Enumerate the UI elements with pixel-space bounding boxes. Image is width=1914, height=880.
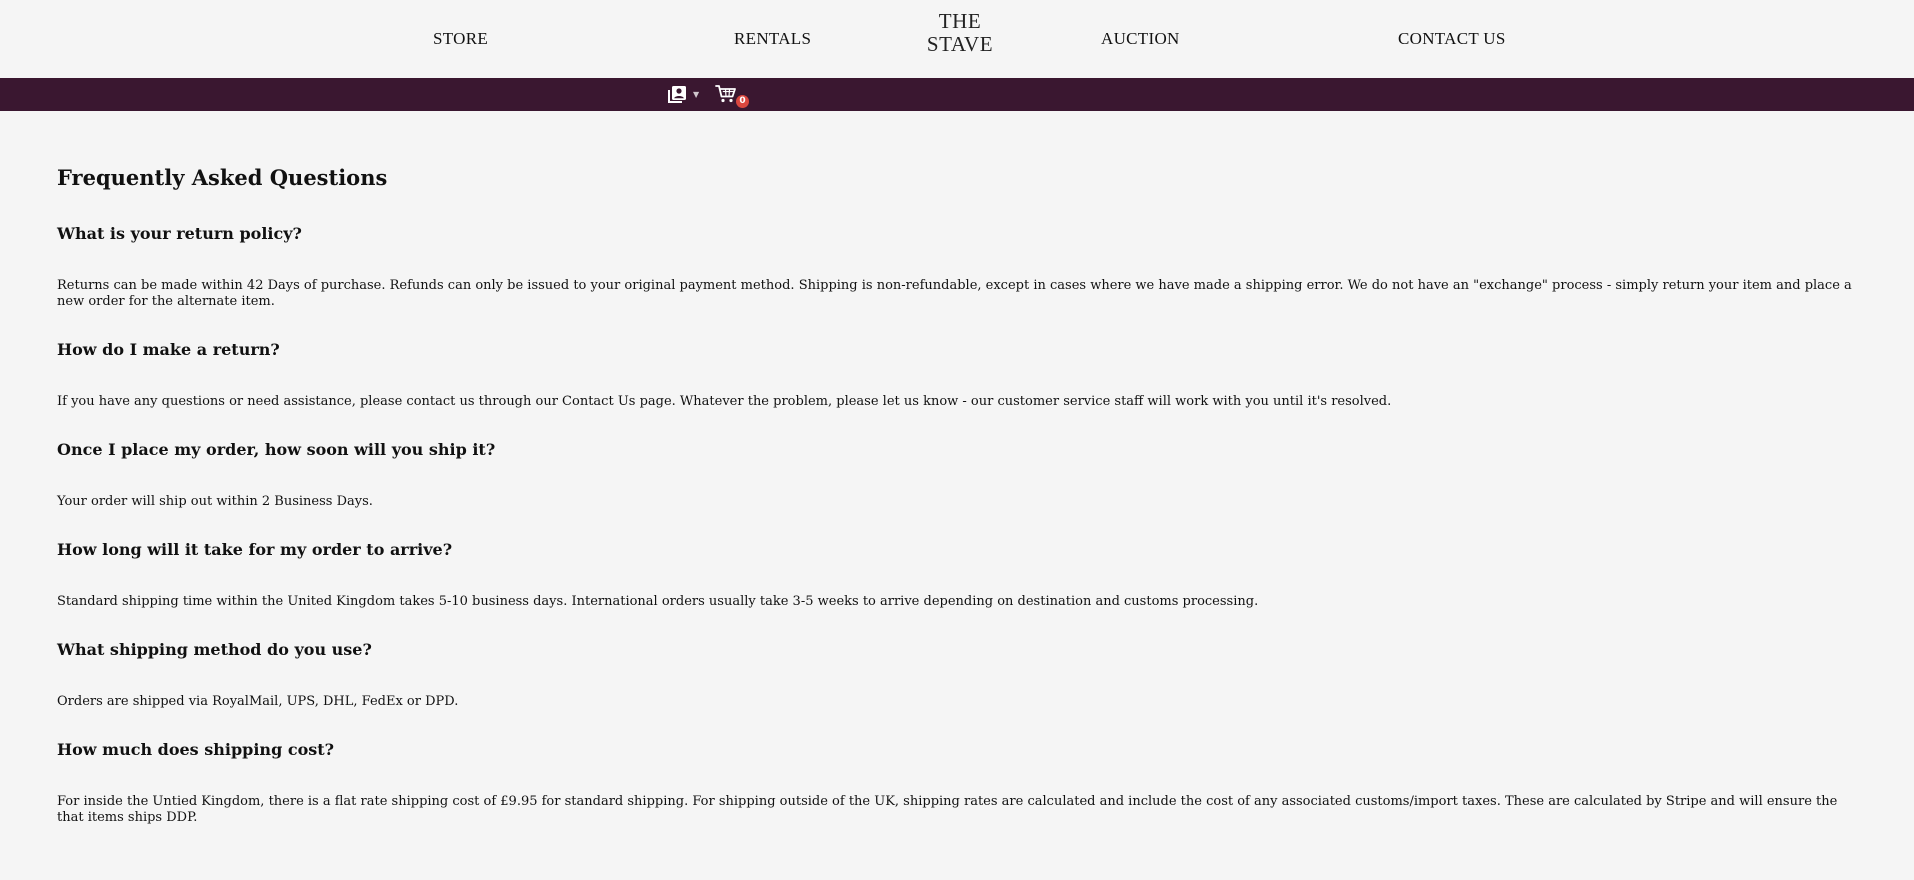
cart-icon	[715, 85, 736, 103]
faq-question: How long will it take for my order to ar…	[57, 540, 453, 559]
faq-answer: If you have any questions or need assist…	[57, 394, 1392, 409]
faq-item: Once I place my order, how soon will you…	[57, 440, 1857, 510]
faq-section: Frequently Asked Questions What is your …	[57, 165, 1857, 826]
faq-item: How much does shipping cost? For inside t…	[57, 740, 1857, 826]
chevron-down-icon[interactable]: ▼	[693, 91, 699, 99]
faq-answer: Standard shipping time within the United…	[57, 594, 1259, 609]
faq-answer: Returns can be made within 42 Days of pu…	[57, 278, 1852, 309]
faq-item: What is your return policy? Returns can b…	[57, 224, 1857, 310]
nav-auction-link[interactable]: AUCTION	[1101, 29, 1180, 49]
account-icon[interactable]	[667, 85, 687, 105]
faq-item: What shipping method do you use? Orders a…	[57, 640, 1857, 710]
site-logo[interactable]: THE STAVE	[906, 10, 1014, 56]
faq-item: How do I make a return? If you have any q…	[57, 340, 1857, 410]
faq-question: Once I place my order, how soon will you…	[57, 440, 496, 459]
nav-store-link[interactable]: STORE	[433, 29, 488, 49]
nav-rentals-link[interactable]: RENTALS	[734, 29, 811, 49]
account-toolbar: ▼ 0	[0, 78, 1914, 111]
faq-question: What is your return policy?	[57, 224, 302, 243]
faq-list: What is your return policy? Returns can b…	[57, 224, 1857, 826]
cart-count-badge: 0	[736, 95, 749, 108]
faq-question: What shipping method do you use?	[57, 640, 372, 659]
faq-answer: For inside the Untied Kingdom, there is …	[57, 794, 1838, 825]
cart-button[interactable]: 0	[715, 84, 749, 108]
account-icon-graphic	[668, 86, 686, 103]
nav-contact-link[interactable]: CONTACT US	[1398, 29, 1506, 49]
faq-answer: Orders are shipped via RoyalMail, UPS, D…	[57, 694, 459, 709]
faq-question: How do I make a return?	[57, 340, 280, 359]
top-navigation: STORE RENTALS THE STAVE AUCTION CONTACT …	[0, 0, 1914, 78]
faq-question: How much does shipping cost?	[57, 740, 335, 759]
faq-answer: Your order will ship out within 2 Busine…	[57, 494, 373, 509]
page-title: Frequently Asked Questions	[57, 165, 388, 190]
logo-line-1: THE	[938, 9, 982, 33]
faq-item: How long will it take for my order to ar…	[57, 540, 1857, 610]
logo-line-2: STAVE	[926, 32, 994, 56]
